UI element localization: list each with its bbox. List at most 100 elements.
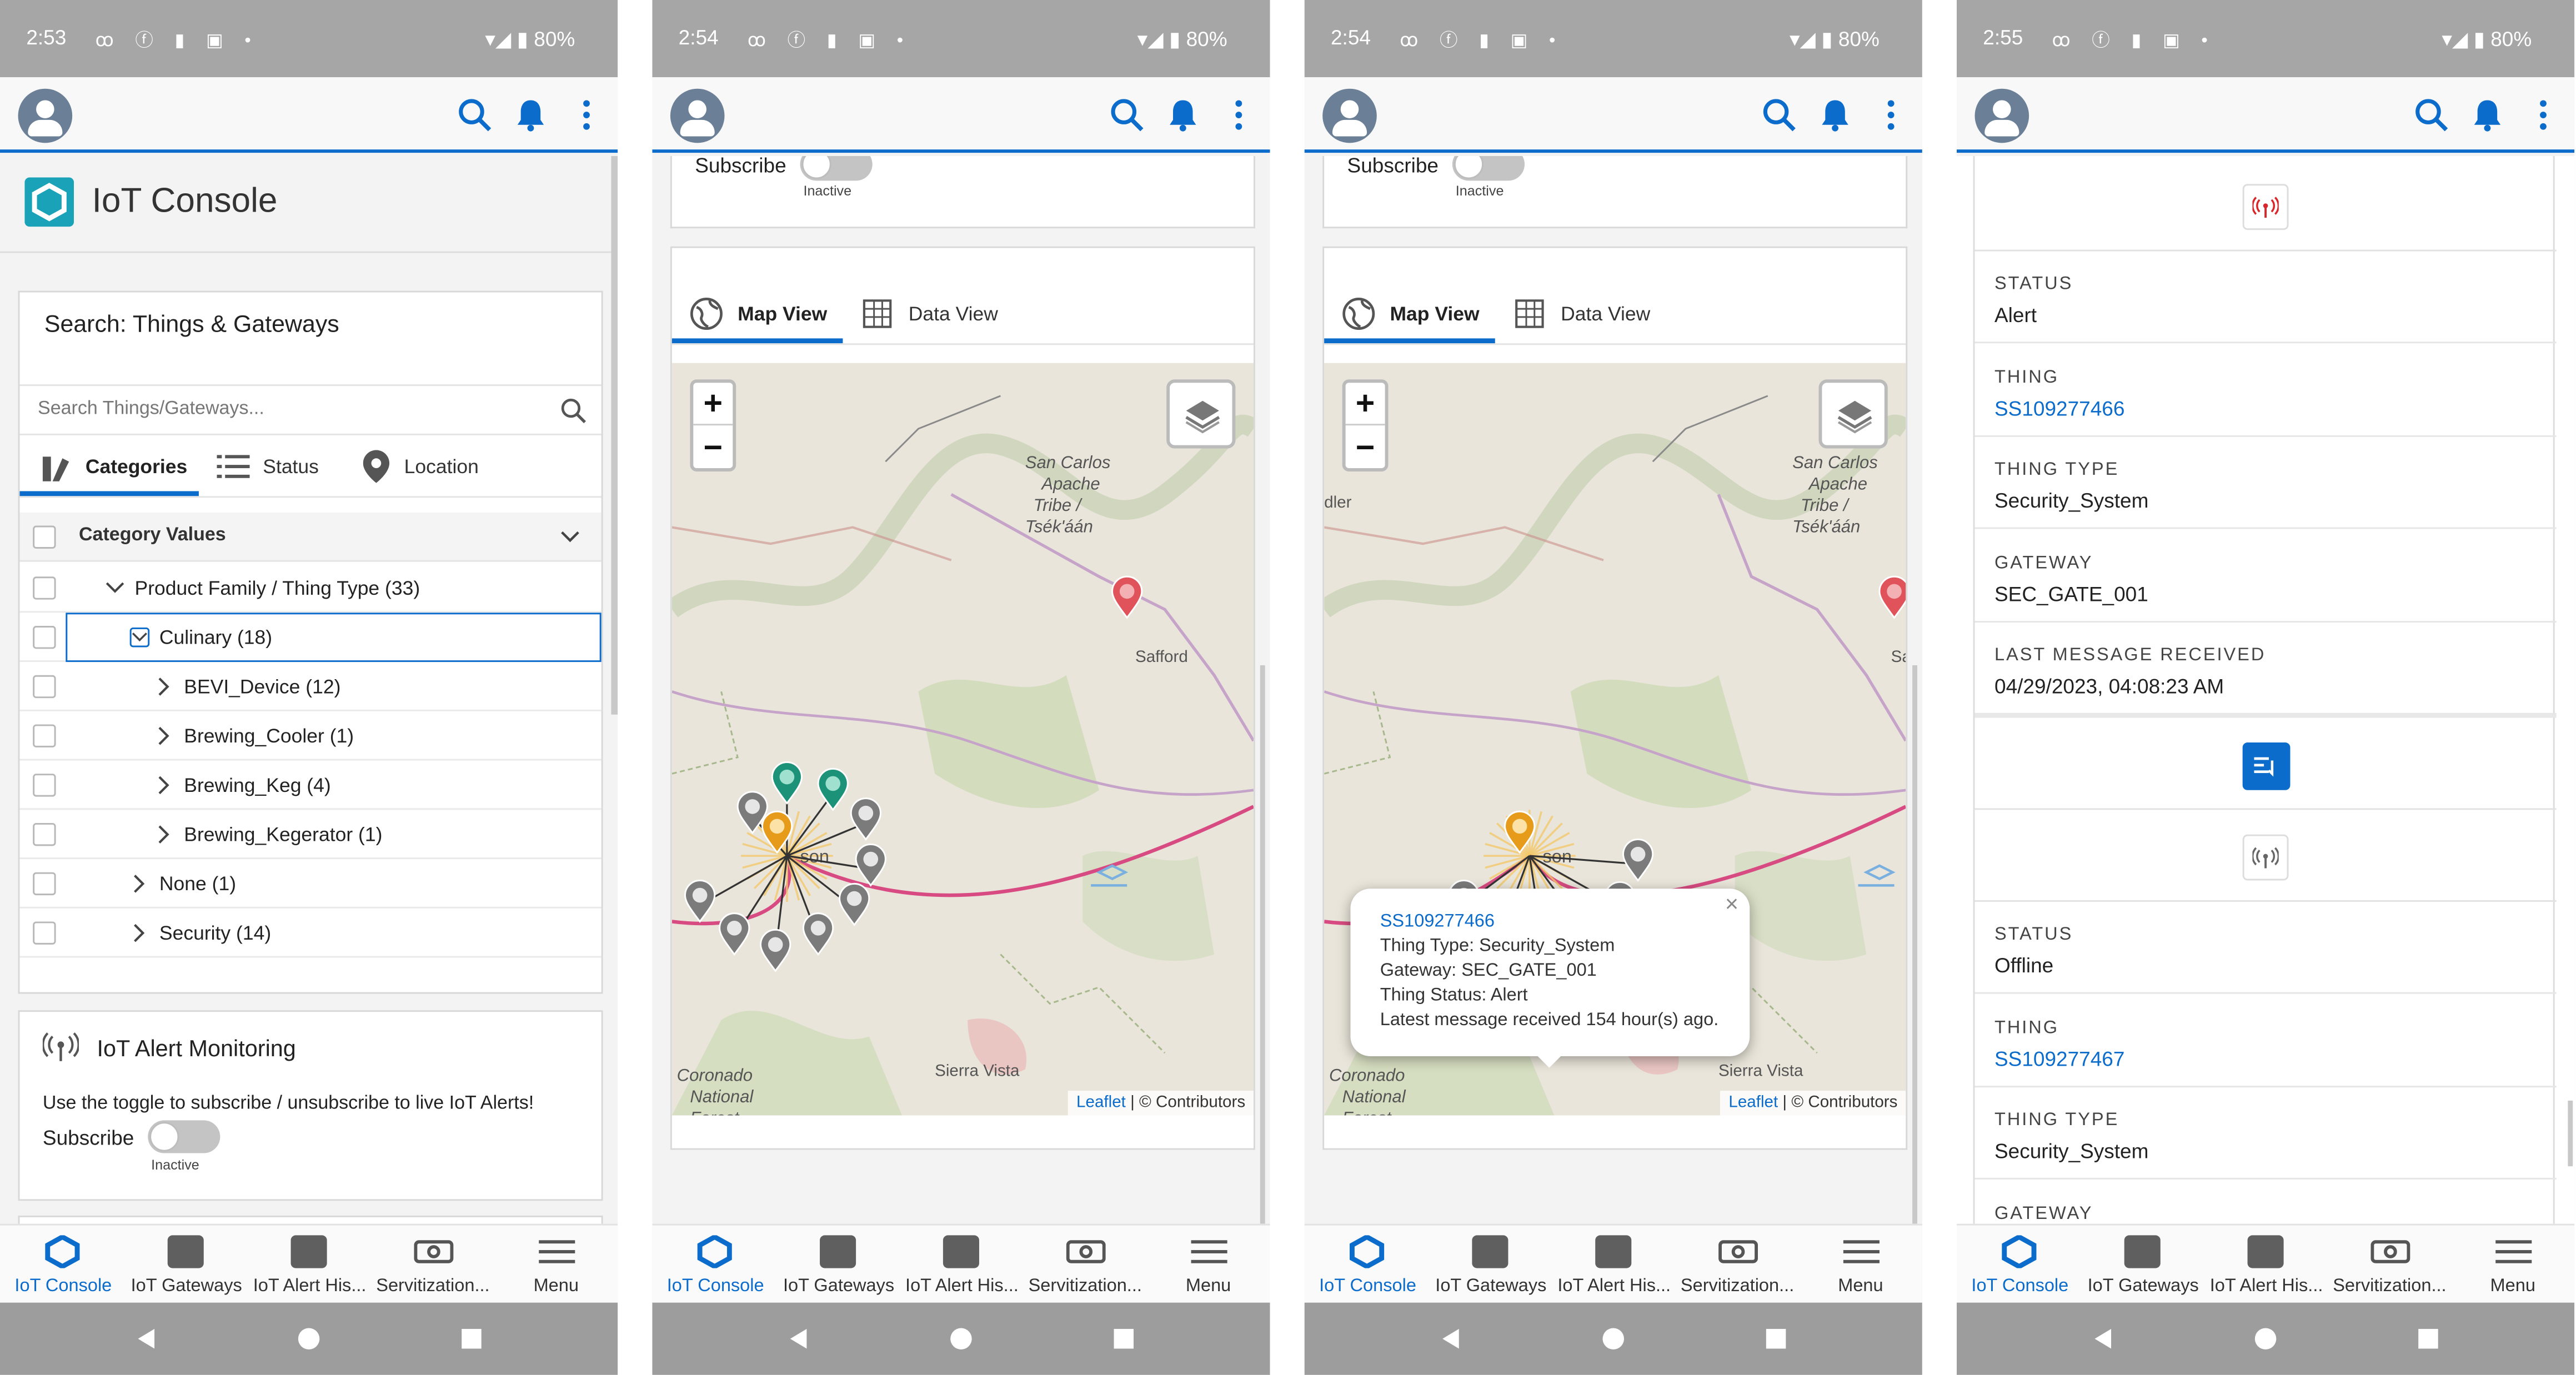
- layers-button[interactable]: [1818, 379, 1888, 449]
- thing-link[interactable]: SS109277466: [1994, 397, 2124, 419]
- nav-iot-console[interactable]: IoT Console: [1306, 1226, 1430, 1304]
- map-canvas[interactable]: son San CarlosApacheTribe /Tsék'áán Saff…: [671, 363, 1254, 1116]
- tree-row-checkbox[interactable]: [33, 625, 56, 649]
- chevron-right-icon[interactable]: [130, 923, 149, 942]
- tree-row-checkbox[interactable]: [33, 724, 56, 747]
- tree-row-checkbox[interactable]: [33, 872, 56, 896]
- tab-map-view[interactable]: Map View: [1324, 284, 1495, 344]
- map[interactable]: son San CarlosApacheTribe /Tsék'áán Saff…: [1324, 363, 1906, 1116]
- avatar[interactable]: [670, 88, 725, 143]
- tree-row[interactable]: Brewing_Keg (4): [19, 761, 602, 810]
- tree-row-checkbox[interactable]: [33, 675, 56, 699]
- tab-location[interactable]: Location: [358, 437, 523, 496]
- scrollbar[interactable]: [1260, 665, 1265, 1224]
- zoom-out-button[interactable]: −: [1346, 427, 1385, 470]
- more-vert-icon[interactable]: [2525, 97, 2561, 133]
- collapse-record-button[interactable]: [2242, 742, 2291, 790]
- bell-icon[interactable]: [1817, 97, 1853, 133]
- chevron-right-icon[interactable]: [130, 874, 149, 894]
- layers-button[interactable]: [1166, 379, 1236, 449]
- zoom-out-button[interactable]: −: [693, 427, 733, 470]
- chevron-down-icon[interactable]: [560, 529, 580, 545]
- zoom-in-button[interactable]: +: [693, 383, 733, 426]
- chevron-right-icon[interactable]: [154, 825, 174, 844]
- tab-map-view[interactable]: Map View: [671, 284, 843, 344]
- chevron-right-icon[interactable]: [154, 775, 174, 795]
- scrollbar[interactable]: [611, 156, 618, 715]
- more-vert-icon[interactable]: [1221, 97, 1257, 133]
- leaflet-link[interactable]: Leaflet: [1728, 1094, 1778, 1112]
- subscribe-toggle[interactable]: [1452, 156, 1525, 181]
- bell-icon[interactable]: [513, 97, 549, 133]
- map[interactable]: son San CarlosApacheTribe /Tsék'áán Saff…: [671, 363, 1254, 1116]
- back-icon[interactable]: [2092, 1327, 2114, 1350]
- tree-row[interactable]: Brewing_Kegerator (1): [19, 810, 602, 860]
- chevron-right-icon[interactable]: [154, 677, 174, 696]
- tree-row[interactable]: Security (14): [19, 909, 602, 958]
- tab-status[interactable]: Status: [214, 437, 353, 496]
- home-icon[interactable]: [2254, 1327, 2277, 1350]
- tree-row[interactable]: Brewing_Cooler (1): [19, 711, 602, 761]
- nav-iot-console[interactable]: IoT Console: [654, 1226, 777, 1304]
- nav-iot-gateways[interactable]: IoT Gateways: [2082, 1226, 2205, 1304]
- scrollbar[interactable]: [2568, 1100, 2573, 1167]
- alert-broadcast-button[interactable]: [2242, 184, 2289, 230]
- subscribe-toggle[interactable]: [800, 156, 873, 181]
- nav-iot-alert-history[interactable]: IoT Alert His...: [248, 1226, 372, 1304]
- nav-menu[interactable]: Menu: [1147, 1226, 1270, 1304]
- tree-row[interactable]: Product Family / Thing Type (33): [19, 564, 602, 613]
- nav-menu[interactable]: Menu: [2451, 1226, 2574, 1304]
- tree-row-checkbox[interactable]: [33, 576, 56, 600]
- tab-data-view[interactable]: Data View: [856, 284, 1020, 343]
- tree-row-checkbox[interactable]: [33, 921, 56, 945]
- chevron-right-icon[interactable]: [154, 726, 174, 745]
- back-icon[interactable]: [1439, 1327, 1462, 1350]
- thing-link[interactable]: SS109277467: [1994, 1047, 2124, 1070]
- offline-broadcast-button[interactable]: [2242, 834, 2289, 881]
- recents-icon[interactable]: [460, 1327, 483, 1350]
- recents-icon[interactable]: [1765, 1327, 1787, 1350]
- select-all-checkbox[interactable]: [33, 525, 56, 549]
- nav-iot-gateways[interactable]: IoT Gateways: [125, 1226, 248, 1304]
- leaflet-link[interactable]: Leaflet: [1076, 1094, 1126, 1112]
- tree-row[interactable]: BEVI_Device (12): [19, 662, 602, 711]
- popup-close-button[interactable]: ×: [1725, 891, 1738, 917]
- back-icon[interactable]: [135, 1327, 158, 1350]
- nav-servitization[interactable]: Servitization...: [372, 1226, 495, 1304]
- tree-row-checkbox[interactable]: [33, 774, 56, 797]
- more-vert-icon[interactable]: [568, 97, 604, 133]
- nav-menu[interactable]: Menu: [1799, 1226, 1922, 1304]
- bell-icon[interactable]: [2469, 97, 2505, 133]
- nav-iot-gateways[interactable]: IoT Gateways: [777, 1226, 900, 1304]
- tab-data-view[interactable]: Data View: [1508, 284, 1672, 343]
- nav-menu[interactable]: Menu: [494, 1226, 618, 1304]
- search-icon[interactable]: [457, 97, 493, 133]
- nav-iot-gateways[interactable]: IoT Gateways: [1429, 1226, 1552, 1304]
- home-icon[interactable]: [1602, 1327, 1625, 1350]
- home-icon[interactable]: [297, 1327, 320, 1350]
- nav-iot-alert-history[interactable]: IoT Alert His...: [900, 1226, 1024, 1304]
- search-icon[interactable]: [560, 398, 587, 424]
- search-input[interactable]: Search Things/Gateways...: [19, 384, 602, 435]
- avatar[interactable]: [1322, 88, 1377, 143]
- nav-iot-console[interactable]: IoT Console: [2, 1226, 125, 1304]
- recents-icon[interactable]: [2417, 1327, 2439, 1350]
- category-values-header[interactable]: Category Values: [19, 512, 602, 562]
- recents-icon[interactable]: [1112, 1327, 1135, 1350]
- search-icon[interactable]: [1761, 97, 1797, 133]
- nav-iot-alert-history[interactable]: IoT Alert His...: [1552, 1226, 1676, 1304]
- tab-categories[interactable]: Categories: [19, 437, 199, 496]
- search-icon[interactable]: [1109, 97, 1145, 133]
- nav-servitization[interactable]: Servitization...: [1024, 1226, 1147, 1304]
- home-icon[interactable]: [950, 1327, 973, 1350]
- nav-servitization[interactable]: Servitization...: [2328, 1226, 2451, 1304]
- nav-iot-console[interactable]: IoT Console: [1958, 1226, 2082, 1304]
- chevron-down-icon[interactable]: [129, 627, 150, 648]
- search-icon[interactable]: [2413, 97, 2449, 133]
- nav-iot-alert-history[interactable]: IoT Alert His...: [2205, 1226, 2328, 1304]
- avatar[interactable]: [1974, 88, 2029, 143]
- scrollbar[interactable]: [1912, 665, 1917, 1224]
- nav-servitization[interactable]: Servitization...: [1676, 1226, 1799, 1304]
- back-icon[interactable]: [787, 1327, 810, 1350]
- tree-row-checkbox[interactable]: [33, 822, 56, 846]
